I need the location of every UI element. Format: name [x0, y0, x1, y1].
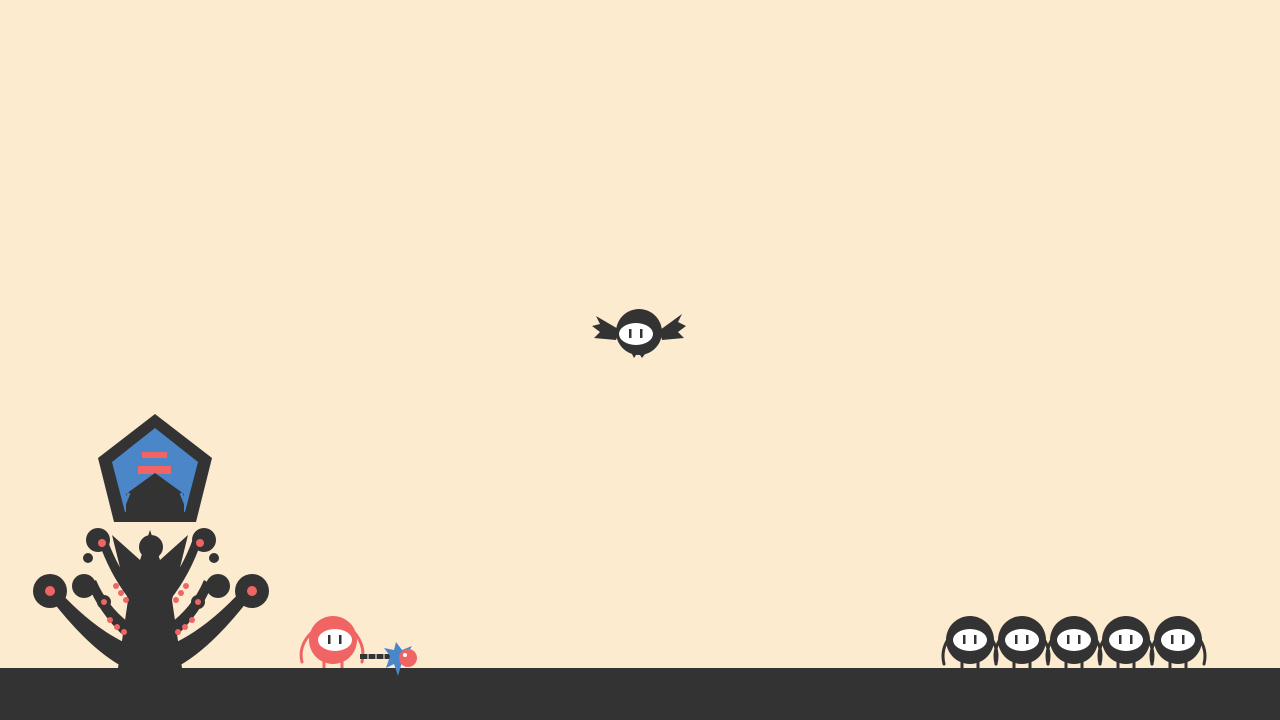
tree-bulb	[192, 528, 216, 552]
enemy-group	[941, 616, 1207, 668]
tree-bulb-dot	[196, 539, 204, 547]
tree-bulb-dot	[247, 586, 257, 596]
tree-berry	[189, 617, 195, 623]
tree-berry	[123, 597, 129, 603]
enemy-face	[1005, 629, 1039, 651]
tree-bulb-dot	[195, 599, 201, 605]
tree-berry	[107, 617, 113, 623]
enemy-eye	[1026, 635, 1029, 644]
enemy-eye	[974, 635, 977, 644]
tree-bulb	[86, 528, 110, 552]
tree-bulb-dot	[101, 599, 107, 605]
enemy-eye	[1119, 635, 1122, 644]
hero-eye	[328, 635, 331, 644]
enemy-face	[1057, 629, 1091, 651]
tree-berry	[182, 624, 188, 630]
tree-bulb	[206, 574, 230, 598]
tree-berry	[114, 624, 120, 630]
enemy-face	[1161, 629, 1195, 651]
hero-eye	[339, 635, 342, 644]
mace-head	[399, 649, 417, 667]
tree-berry	[113, 583, 119, 589]
mace-handle	[360, 654, 394, 659]
tree-bulb	[72, 574, 96, 598]
tree-berry	[173, 597, 179, 603]
enemy-face	[1109, 629, 1143, 651]
hero-face	[318, 629, 352, 651]
tree-berry	[121, 629, 127, 635]
tree-bulb-dot	[98, 539, 106, 547]
tree-bulb	[139, 535, 163, 559]
game-scene	[0, 0, 1280, 720]
bat-face	[619, 323, 653, 345]
enemy-eye	[1182, 635, 1185, 644]
ground	[0, 668, 1280, 720]
tree-berry	[183, 583, 189, 589]
bat-eye	[640, 329, 643, 338]
enemy-eye	[1067, 635, 1070, 644]
bat-eye	[629, 329, 632, 338]
enemy-eye	[1078, 635, 1081, 644]
tree-bulb	[209, 553, 219, 563]
enemy-eye	[963, 635, 966, 644]
tree-bulb-dot	[45, 586, 55, 596]
game-stage	[0, 0, 1280, 720]
enemy-eye	[1171, 635, 1174, 644]
tree-bulb	[144, 564, 158, 578]
tree-berry	[118, 590, 124, 596]
enemy-eye	[1015, 635, 1018, 644]
tree-bulb	[145, 584, 157, 596]
tree-berry	[175, 629, 181, 635]
mace-shine	[403, 653, 407, 657]
enemy-face	[953, 629, 987, 651]
enemy-eye	[1130, 635, 1133, 644]
tree-berry	[178, 590, 184, 596]
tree-bulb	[83, 553, 93, 563]
